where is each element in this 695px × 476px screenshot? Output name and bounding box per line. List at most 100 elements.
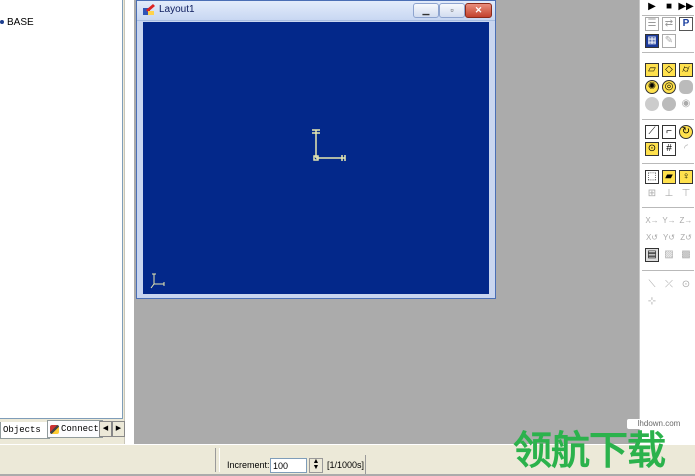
list-icon: ☰ <box>647 18 657 29</box>
snap-tool[interactable]: ⊹ <box>645 295 659 309</box>
mirror-tool[interactable]: ⇄ <box>662 17 676 31</box>
increment-input[interactable] <box>270 458 307 473</box>
move-y-tool[interactable]: Y→ <box>662 214 676 228</box>
viewport-canvas <box>150 129 346 289</box>
pencil-icon: ✎ <box>664 35 674 46</box>
layout-window: Layout1 ▁ ▫ ✕ <box>136 0 496 299</box>
arc-tool[interactable]: ◜ <box>679 142 693 156</box>
move-x-tool[interactable]: X→ <box>645 214 659 228</box>
diagonal-tool[interactable]: ⟍ <box>645 278 659 292</box>
rotate-z-tool[interactable]: Z↺ <box>679 231 693 245</box>
wedge-icon: ◇ <box>665 64 673 75</box>
step-tool[interactable]: ⌐ <box>662 125 676 139</box>
step-icon: ⌐ <box>666 126 672 137</box>
table-icon: ▦ <box>647 35 657 46</box>
torus-tool[interactable]: ◎ <box>662 80 676 94</box>
table-tool[interactable]: ▦ <box>645 34 659 48</box>
fast-forward-icon: ▶▶ <box>678 1 694 12</box>
watermark-text: 领航下载 <box>513 429 666 474</box>
move-z-tool[interactable]: Z→ <box>679 214 693 228</box>
ellipse-tool[interactable] <box>645 97 659 111</box>
status-bar-grip[interactable] <box>215 448 220 472</box>
move-y-icon: Y→ <box>662 216 676 225</box>
diagonal-icon: ⟍ <box>648 279 656 290</box>
rotate-icon: ↻ <box>681 126 691 137</box>
object-tree[interactable]: BASE <box>0 0 123 419</box>
origin-frame-icon <box>312 129 346 161</box>
tab-scroll-right-button[interactable]: ▶ <box>112 421 125 437</box>
window-titlebar[interactable]: Layout1 ▁ ▫ ✕ <box>137 1 495 21</box>
camera-tool[interactable]: ⊞ <box>645 187 659 201</box>
minimize-icon: ▁ <box>422 5 430 15</box>
window-title: Layout1 <box>159 4 195 15</box>
snap-icon: ⊹ <box>647 296 657 307</box>
cube-tool[interactable]: ⬚ <box>645 170 659 184</box>
sphere-tool[interactable]: ✺ <box>645 80 659 94</box>
tree-node-label: BASE <box>7 16 34 28</box>
solid-cube-tool[interactable]: ▰ <box>662 170 676 184</box>
rotate-y-icon: Y↺ <box>662 233 676 242</box>
solid-cube-icon: ▰ <box>665 171 673 182</box>
grid-tool[interactable]: # <box>662 142 676 156</box>
hand-tool[interactable]: P <box>679 17 693 31</box>
minimize-button[interactable]: ▁ <box>413 3 439 18</box>
3d-viewport[interactable] <box>143 22 489 294</box>
blob-tool[interactable] <box>679 80 693 94</box>
cylinder-tool[interactable]: ⌭ <box>679 63 693 77</box>
connect-icon <box>50 424 59 434</box>
material-icon: ▩ <box>681 249 691 260</box>
palette-separator <box>642 52 694 53</box>
spinner-down-icon[interactable]: ▼ <box>310 464 322 471</box>
ring-icon: ◉ <box>681 98 691 109</box>
wedge-tool[interactable]: ◇ <box>662 63 676 77</box>
texture-tool[interactable]: ▨ <box>662 248 676 262</box>
move-z-icon: Z→ <box>679 216 693 225</box>
material-tool[interactable]: ▩ <box>679 248 693 262</box>
disc-tool[interactable] <box>662 97 676 111</box>
increment-label: Increment: <box>227 460 270 470</box>
maximize-icon: ▫ <box>450 5 454 15</box>
camera-icon: ⊞ <box>647 188 657 199</box>
increment-units: [1/1000s] <box>327 460 365 470</box>
split-tool[interactable]: ⊤ <box>679 187 693 201</box>
split-icon: ⊤ <box>681 188 691 199</box>
panel-tool[interactable]: ▤ <box>645 248 659 262</box>
sphere-icon: ✺ <box>647 81 657 92</box>
stop-button[interactable]: ■ <box>662 0 676 14</box>
list-tool[interactable]: ☰ <box>645 17 659 31</box>
plane-tool[interactable]: ⊥ <box>662 187 676 201</box>
tab-scroll-left-button[interactable]: ◀ <box>99 421 112 437</box>
palette-separator <box>642 163 694 164</box>
plane-icon: ⊥ <box>664 188 674 199</box>
torus-icon: ◎ <box>664 81 674 92</box>
maximize-button[interactable]: ▫ <box>439 3 465 18</box>
rotate-x-icon: X↺ <box>645 233 659 242</box>
palette-separator <box>642 119 694 120</box>
tab-connect[interactable]: Connect <box>47 420 103 438</box>
tab-connect-label: Connect <box>61 424 99 434</box>
fast-forward-button[interactable]: ▶▶ <box>678 0 694 14</box>
light-tool[interactable]: ♀ <box>679 170 693 184</box>
rotate-x-tool[interactable]: X↺ <box>645 231 659 245</box>
view-eye-tool[interactable]: ⊙ <box>645 142 659 156</box>
line-tool[interactable]: ⟋ <box>645 125 659 139</box>
tree-node-base[interactable]: BASE <box>0 15 34 29</box>
pencil-tool[interactable]: ✎ <box>662 34 676 48</box>
view-axis-indicator-icon <box>150 273 165 289</box>
cross-tool[interactable]: ⤫ <box>662 278 676 292</box>
panel-icon: ▤ <box>647 249 657 260</box>
ring-tool[interactable]: ◉ <box>679 97 693 111</box>
target-tool[interactable]: ⊙ <box>679 278 693 292</box>
palette-separator <box>642 270 694 271</box>
tool-palette: ▶ ■ ▶▶ ☰ ⇄ P ▦ ✎ ▱ ◇ ⌭ ✺ ◎ ◉ ⟋ ⌐ ↻ ⊙ # ◜… <box>639 0 695 444</box>
panel-scrollbar[interactable] <box>124 0 134 444</box>
tab-objects-label: Objects <box>3 425 41 435</box>
tab-objects[interactable]: Objects <box>0 422 50 439</box>
rotate-tool[interactable]: ↻ <box>679 125 693 139</box>
play-icon: ▶ <box>648 1 656 12</box>
play-button[interactable]: ▶ <box>645 0 659 14</box>
increment-spinner[interactable]: ▲ ▼ <box>309 458 323 473</box>
rotate-y-tool[interactable]: Y↺ <box>662 231 676 245</box>
box-tool[interactable]: ▱ <box>645 63 659 77</box>
close-button[interactable]: ✕ <box>465 3 492 18</box>
